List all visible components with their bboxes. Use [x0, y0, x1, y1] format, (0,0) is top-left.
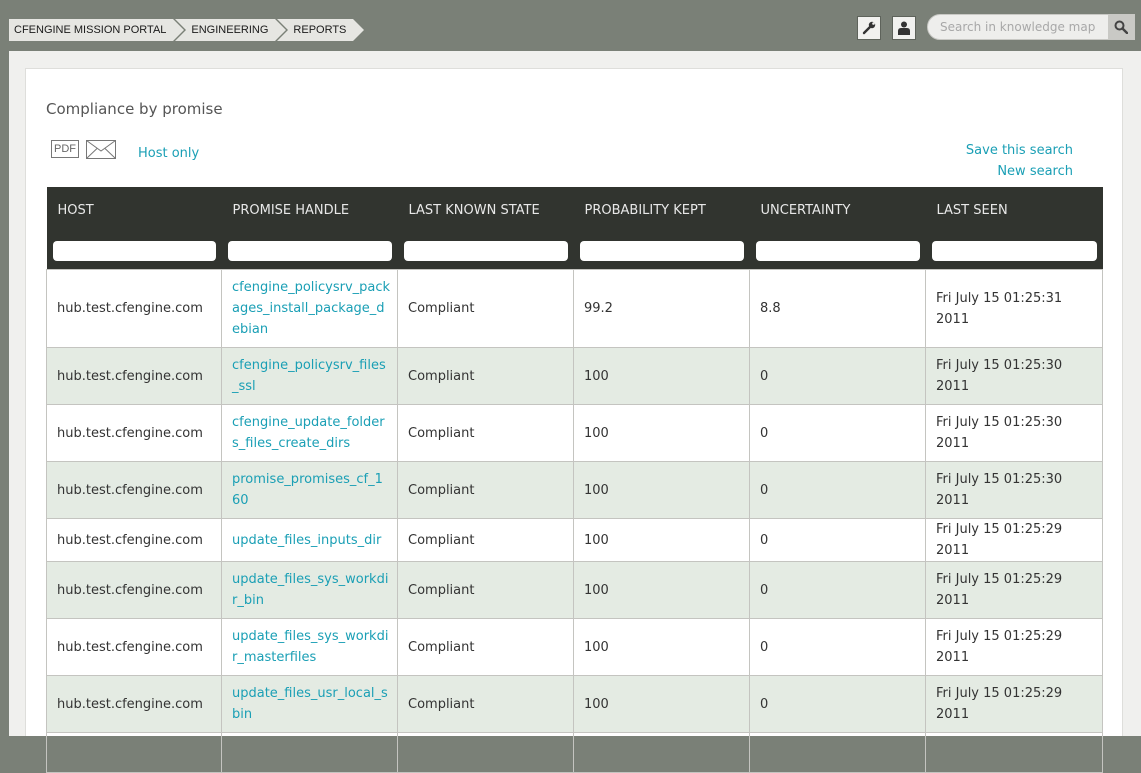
search-icon [1114, 20, 1128, 34]
host-cell: hub.test.cfengine.com [46, 404, 222, 462]
table-row: hub.test.cfengine.com update_files_usr_l… [46, 675, 1103, 733]
filter-last-seen-input[interactable] [931, 241, 1097, 261]
state-cell: Compliant [397, 561, 574, 619]
probability-cell: 100 [573, 675, 750, 733]
page-title: Compliance by promise [46, 100, 223, 118]
promise-handle-link[interactable]: update_files_sys_workdir_bin [221, 561, 398, 619]
state-cell: Compliant [397, 461, 574, 519]
breadcrumb-engineering[interactable]: ENGINEERING [175, 19, 287, 41]
filter-state-input[interactable] [403, 241, 568, 261]
column-header-promise-handle[interactable]: PROMISE HANDLE [221, 187, 398, 233]
probability-cell: 99.2 [573, 269, 750, 348]
probability-cell: 100 [573, 347, 750, 405]
user-button[interactable] [892, 16, 916, 40]
email-icon[interactable] [86, 140, 116, 159]
promise-handle-link[interactable]: cfengine_policysrv_files_ssl [221, 347, 398, 405]
breadcrumb-mission-portal[interactable]: CFENGINE MISSION PORTAL [9, 19, 185, 41]
new-search-link[interactable]: New search [997, 164, 1073, 179]
uncertainty-cell: 0 [749, 347, 926, 405]
last-seen-cell: Fri July 15 01:25:30 2011 [925, 347, 1103, 405]
user-icon [898, 21, 910, 35]
column-header-last-known-state[interactable]: LAST KNOWN STATE [397, 187, 574, 233]
probability-cell: 100 [573, 461, 750, 519]
state-cell: Compliant [397, 618, 574, 676]
last-seen-cell: Fri July 15 01:25:29 2011 [925, 618, 1103, 676]
state-cell: Compliant [397, 347, 574, 405]
last-seen-cell: Fri July 15 01:25:30 2011 [925, 404, 1103, 462]
probability-cell: 100 [573, 404, 750, 462]
column-header-uncertainty[interactable]: UNCERTAINTY [749, 187, 926, 233]
table-row: hub.test.cfengine.com cfengine_policysrv… [46, 347, 1103, 405]
state-cell: Compliant [397, 269, 574, 348]
last-seen-cell: Fri July 15 01:25:29 2011 [925, 518, 1103, 562]
table-row: hub.test.cfengine.com promise_promises_c… [46, 461, 1103, 519]
promise-handle-link[interactable]: promise_promises_cf_160 [221, 461, 398, 519]
column-header-host[interactable]: HOST [46, 187, 222, 233]
table-row: hub.test.cfengine.com cfengine_policysrv… [46, 269, 1103, 348]
host-cell: hub.test.cfengine.com [46, 461, 222, 519]
promise-handle-link[interactable]: update_files_inputs_dir [221, 518, 398, 562]
promise-handle-link[interactable]: update_files_usr_local_sbin [221, 675, 398, 733]
uncertainty-cell: 0 [749, 561, 926, 619]
pdf-export-icon[interactable]: PDF [51, 140, 79, 158]
wrench-icon [862, 21, 876, 35]
table-row [46, 732, 1103, 773]
filter-host-input[interactable] [52, 241, 216, 261]
uncertainty-cell: 0 [749, 675, 926, 733]
compliance-table: HOST PROMISE HANDLE LAST KNOWN STATE PRO… [46, 187, 1103, 773]
host-cell: hub.test.cfengine.com [46, 561, 222, 619]
last-seen-cell: Fri July 15 01:25:29 2011 [925, 675, 1103, 733]
settings-button[interactable] [857, 16, 881, 40]
table-row: hub.test.cfengine.com update_files_sys_w… [46, 618, 1103, 676]
last-seen-cell: Fri July 15 01:25:29 2011 [925, 561, 1103, 619]
host-cell: hub.test.cfengine.com [46, 347, 222, 405]
probability-cell: 100 [573, 561, 750, 619]
knowledge-map-search [927, 14, 1135, 40]
promise-handle-link[interactable]: cfengine_update_folders_files_create_dir… [221, 404, 398, 462]
state-cell: Compliant [397, 675, 574, 733]
probability-cell: 100 [573, 518, 750, 562]
table-row: hub.test.cfengine.com cfengine_update_fo… [46, 404, 1103, 462]
filter-probability-input[interactable] [579, 241, 744, 261]
breadcrumb: CFENGINE MISSION PORTAL ENGINEERING REPO… [9, 19, 366, 41]
breadcrumb-reports[interactable]: REPORTS [277, 19, 365, 41]
last-seen-cell: Fri July 15 01:25:30 2011 [925, 461, 1103, 519]
uncertainty-cell: 0 [749, 518, 926, 562]
column-header-last-seen[interactable]: LAST SEEN [925, 187, 1103, 233]
state-cell: Compliant [397, 404, 574, 462]
filter-uncertainty-input[interactable] [755, 241, 920, 261]
table-row: hub.test.cfengine.com update_files_input… [46, 518, 1103, 562]
search-button[interactable] [1108, 15, 1134, 39]
promise-handle-link[interactable]: cfengine_policysrv_packages_install_pack… [221, 269, 398, 348]
save-search-link[interactable]: Save this search [966, 143, 1073, 158]
uncertainty-cell: 0 [749, 618, 926, 676]
host-cell: hub.test.cfengine.com [46, 269, 222, 348]
search-input[interactable] [938, 17, 1112, 37]
filter-promise-handle-input[interactable] [227, 241, 392, 261]
host-cell: hub.test.cfengine.com [46, 518, 222, 562]
promise-handle-link[interactable]: update_files_sys_workdir_masterfiles [221, 618, 398, 676]
column-header-probability-kept[interactable]: PROBABILITY KEPT [573, 187, 750, 233]
host-only-link[interactable]: Host only [138, 146, 199, 161]
uncertainty-cell: 0 [749, 404, 926, 462]
host-cell: hub.test.cfengine.com [46, 618, 222, 676]
table-row: hub.test.cfengine.com update_files_sys_w… [46, 561, 1103, 619]
uncertainty-cell: 8.8 [749, 269, 926, 348]
state-cell: Compliant [397, 518, 574, 562]
host-cell: hub.test.cfengine.com [46, 675, 222, 733]
uncertainty-cell: 0 [749, 461, 926, 519]
last-seen-cell: Fri July 15 01:25:31 2011 [925, 269, 1103, 348]
probability-cell: 100 [573, 618, 750, 676]
